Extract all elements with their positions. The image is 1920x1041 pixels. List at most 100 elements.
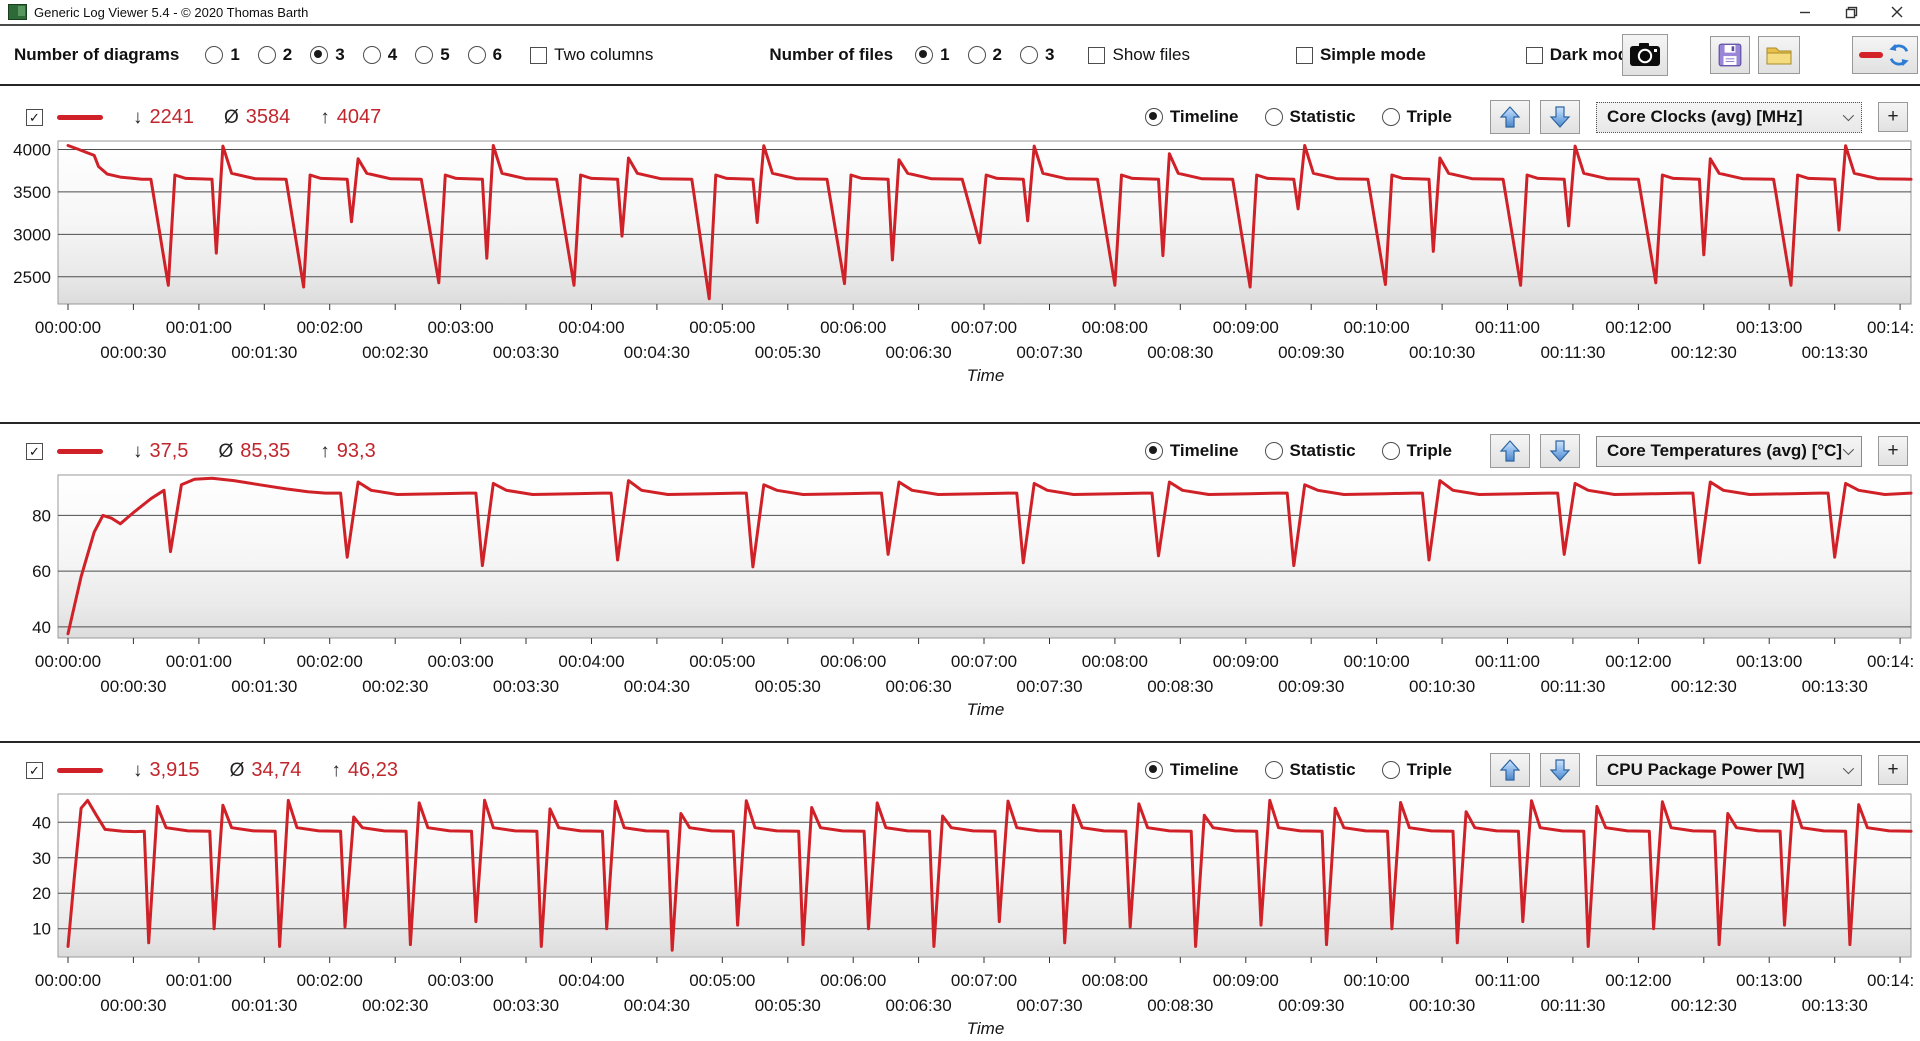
statistic-radio[interactable]: Statistic xyxy=(1264,107,1356,127)
x-tick-label: 00:04:30 xyxy=(624,677,690,696)
down-arrow-icon xyxy=(1549,759,1571,781)
statistic-radio[interactable]: Statistic xyxy=(1264,760,1356,780)
metric-up-button[interactable] xyxy=(1490,753,1530,787)
check-icon: ✓ xyxy=(29,762,40,778)
radio-icon xyxy=(362,46,381,64)
x-tick-label: 00:00:30 xyxy=(100,343,166,362)
x-tick-label: 00:01:00 xyxy=(166,318,232,337)
add-series-button[interactable]: + xyxy=(1878,102,1908,132)
y-tick-label: 10 xyxy=(32,920,51,939)
diagrams-radio-5[interactable]: 5 xyxy=(415,45,450,65)
statistic-radio[interactable]: Statistic xyxy=(1264,441,1356,461)
avg-stat: Ø 3584 xyxy=(224,106,290,129)
triple-radio[interactable]: Triple xyxy=(1381,760,1452,780)
metric-select[interactable]: Core Clocks (avg) [MHz] xyxy=(1596,101,1862,133)
files-radio-2[interactable]: 2 xyxy=(967,45,1002,65)
up-arrow-icon xyxy=(1499,106,1521,128)
series-visible-checkbox[interactable]: ✓ xyxy=(26,108,43,126)
folder-icon xyxy=(1766,47,1792,65)
chart-plot[interactable]: 40608000:00:0000:00:3000:01:0000:01:3000… xyxy=(0,474,1913,720)
min-arrow-icon: ↓ xyxy=(133,106,143,128)
metric-up-button[interactable] xyxy=(1490,100,1530,134)
x-tick-label: 00:01:00 xyxy=(166,652,232,671)
save-icon xyxy=(1718,43,1742,67)
camera-icon xyxy=(1629,43,1660,66)
x-tick-label: 00:06:30 xyxy=(886,343,952,362)
chart-plot[interactable]: 2500 3000 3500 4000 00:00:00 00:00:3000:01:00… xyxy=(0,140,1913,386)
metric-down-button[interactable] xyxy=(1540,434,1580,468)
diagrams-radio-2[interactable]: 2 xyxy=(257,45,292,65)
x-tick-label: 00:12:00 xyxy=(1605,971,1671,990)
timeline-radio[interactable]: Timeline xyxy=(1144,107,1239,127)
screenshot-button[interactable] xyxy=(1621,34,1668,76)
series-legend-line xyxy=(57,767,103,773)
close-icon xyxy=(1891,6,1903,18)
diagrams-radio-4[interactable]: 4 xyxy=(362,45,397,65)
x-tick-label: 00:07:30 xyxy=(1016,677,1082,696)
checkbox-icon xyxy=(1295,46,1313,64)
chart-plot[interactable]: 10 20 30 40 00:00:00 00:00:3000:01:00 00:01:30… xyxy=(0,793,1913,1039)
open-folder-button[interactable] xyxy=(1757,36,1800,74)
timeline-radio[interactable]: Timeline xyxy=(1144,760,1239,780)
chart-panel: ✓ ↓ 2241 Ø 3584 ↑ 4047 Timeline Statisti… xyxy=(0,86,1920,422)
x-tick-label: 00:13:30 xyxy=(1802,343,1868,362)
x-tick-label: 00:10:00 xyxy=(1344,971,1410,990)
up-arrow-icon xyxy=(1499,440,1521,462)
close-button[interactable] xyxy=(1874,0,1920,24)
metric-down-button[interactable] xyxy=(1540,753,1580,787)
view-mode-group: Timeline Statistic Triple xyxy=(1119,760,1452,780)
x-tick-label: 00:08:00 xyxy=(1082,652,1148,671)
series-visible-checkbox[interactable]: ✓ xyxy=(26,761,43,779)
y-tick-label: 3000 xyxy=(13,225,51,244)
diagrams-radio-1[interactable]: 1 xyxy=(205,45,240,65)
x-tick-label: 00:07:00 xyxy=(951,318,1017,337)
show-files-checkbox[interactable]: Show files xyxy=(1088,45,1190,65)
x-tick-label: 00:02:30 xyxy=(362,343,428,362)
files-radio-3[interactable]: 3 xyxy=(1020,45,1054,65)
save-button[interactable] xyxy=(1709,36,1750,74)
timeline-radio[interactable]: Timeline xyxy=(1144,441,1239,461)
min-arrow-icon: ↓ xyxy=(133,440,143,462)
max-arrow-icon: ↑ xyxy=(331,759,341,781)
refresh-icon xyxy=(1888,43,1909,67)
x-tick-label: 00:12:30 xyxy=(1671,677,1737,696)
simple-mode-checkbox[interactable]: Simple mode xyxy=(1295,45,1426,65)
plus-icon: + xyxy=(1887,106,1899,127)
x-tick-label: 00:11:30 xyxy=(1540,343,1605,362)
metric-down-button[interactable] xyxy=(1540,100,1580,134)
x-tick-label: 00:09:00 xyxy=(1213,652,1279,671)
metric-select[interactable]: CPU Package Power [W] xyxy=(1596,754,1862,786)
add-series-button[interactable]: + xyxy=(1878,755,1908,785)
files-radio-1[interactable]: 1 xyxy=(915,45,950,65)
radio-icon xyxy=(1264,761,1283,779)
series-visible-checkbox[interactable]: ✓ xyxy=(26,442,43,460)
plus-icon: + xyxy=(1887,759,1899,780)
x-tick-label: 00:14:00 xyxy=(1867,652,1913,671)
restore-button[interactable] xyxy=(1828,0,1874,24)
min-stat: ↓ 3,915 xyxy=(133,759,200,782)
radio-icon xyxy=(257,46,276,64)
metric-up-button[interactable] xyxy=(1490,434,1530,468)
metric-select[interactable]: Core Temperatures (avg) [°C] xyxy=(1596,435,1862,467)
triple-radio[interactable]: Triple xyxy=(1381,107,1452,127)
x-tick-label: 00:11:30 xyxy=(1540,677,1605,696)
x-tick-label: 00:00:00 xyxy=(35,318,101,337)
triple-radio[interactable]: Triple xyxy=(1381,441,1452,461)
x-tick-label: 00:11:00 xyxy=(1475,318,1540,337)
minimize-button[interactable] xyxy=(1782,0,1828,24)
diagrams-radio-6[interactable]: 6 xyxy=(467,45,502,65)
metric-select-value: CPU Package Power [W] xyxy=(1607,760,1805,779)
diagrams-radio-3[interactable]: 3 xyxy=(310,45,345,65)
app-icon xyxy=(8,4,27,20)
x-tick-label: 00:13:00 xyxy=(1736,971,1802,990)
x-tick-label: 00:10:30 xyxy=(1409,677,1475,696)
checkbox-icon xyxy=(1525,46,1543,64)
two-columns-checkbox[interactable]: Two columns xyxy=(530,45,653,65)
x-tick-label: 00:01:00 xyxy=(166,971,232,990)
add-series-button[interactable]: + xyxy=(1878,436,1908,466)
title-bar: Generic Log Viewer 5.4 - © 2020 Thomas B… xyxy=(0,0,1920,26)
radio-icon xyxy=(1264,108,1283,126)
x-tick-label: 00:08:00 xyxy=(1082,971,1148,990)
radio-icon xyxy=(467,46,486,64)
reset-colors-button[interactable] xyxy=(1851,36,1918,74)
